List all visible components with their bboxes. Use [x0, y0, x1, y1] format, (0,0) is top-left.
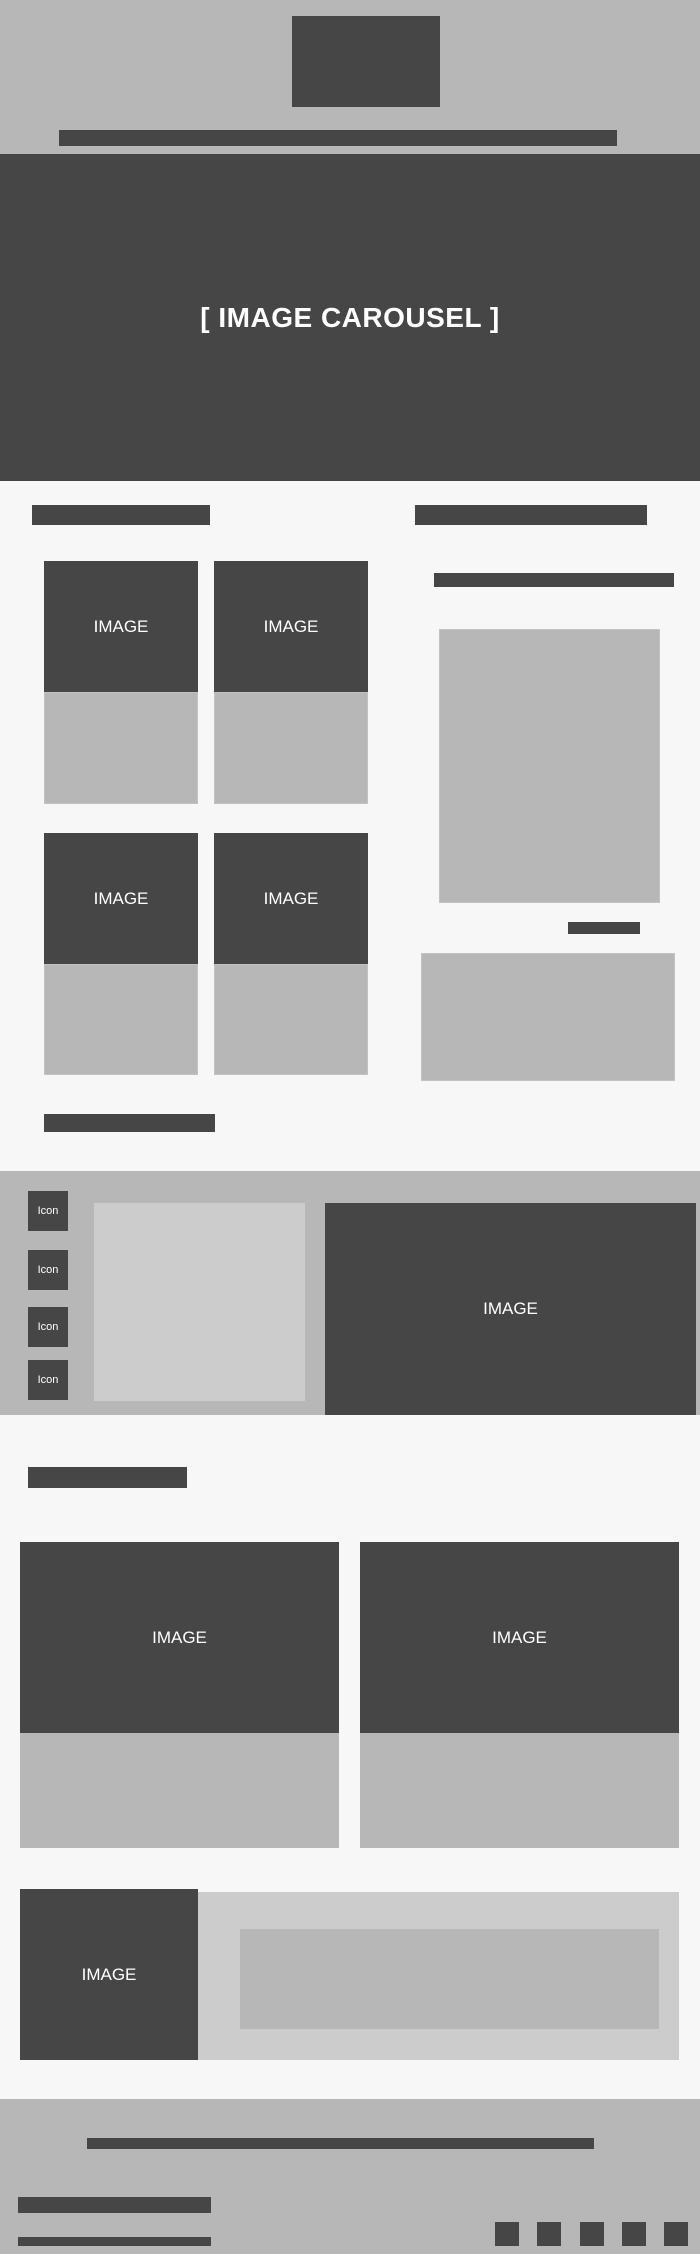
- sidebar-image-placeholder[interactable]: [439, 629, 660, 903]
- large-card-2-body[interactable]: [360, 1733, 679, 1848]
- carousel-label: [ IMAGE CAROUSEL ]: [200, 301, 500, 333]
- sidebar-heading-placeholder: [415, 505, 647, 525]
- view-more-link-placeholder[interactable]: [44, 1114, 215, 1132]
- feature-icon-4[interactable]: Icon: [28, 1360, 68, 1400]
- image-label: IMAGE: [81, 1964, 137, 1984]
- image-label: IMAGE: [263, 888, 319, 908]
- footer-navigation-bar[interactable]: [87, 2138, 594, 2149]
- image-carousel[interactable]: [ IMAGE CAROUSEL ]: [0, 154, 700, 481]
- promo-text-placeholder: [240, 1929, 659, 2029]
- sidebar-text-block-placeholder: [421, 953, 675, 1081]
- icon-label: Icon: [37, 1205, 59, 1217]
- social-icon-3[interactable]: [580, 2222, 604, 2246]
- sidebar-caption-placeholder: [568, 922, 640, 934]
- promo-image[interactable]: IMAGE: [20, 1889, 198, 2060]
- main-navigation-bar[interactable]: [59, 130, 617, 146]
- product-card-2-body[interactable]: [214, 692, 368, 804]
- feature-icon-3[interactable]: Icon: [28, 1307, 68, 1347]
- icon-label: Icon: [37, 1321, 59, 1333]
- product-card-3-image[interactable]: IMAGE: [44, 833, 198, 964]
- large-card-1-image[interactable]: IMAGE: [20, 1542, 339, 1733]
- product-card-1-image[interactable]: IMAGE: [44, 561, 198, 692]
- product-card-1-body[interactable]: [44, 692, 198, 804]
- social-icon-4[interactable]: [622, 2222, 646, 2246]
- image-label: IMAGE: [93, 616, 149, 636]
- product-card-4-image[interactable]: IMAGE: [214, 833, 368, 964]
- footer-heading-placeholder: [18, 2197, 211, 2213]
- feature-icon-2[interactable]: Icon: [28, 1250, 68, 1290]
- social-icon-2[interactable]: [537, 2222, 561, 2246]
- logo-placeholder[interactable]: [292, 16, 440, 107]
- image-label: IMAGE: [93, 888, 149, 908]
- sidebar-subheading-placeholder: [434, 573, 674, 587]
- image-label: IMAGE: [483, 1299, 538, 1318]
- icon-label: Icon: [37, 1374, 59, 1386]
- icon-label: Icon: [37, 1264, 59, 1276]
- large-card-2-image[interactable]: IMAGE: [360, 1542, 679, 1733]
- feature-content-placeholder: [94, 1203, 305, 1401]
- feature-image[interactable]: IMAGE: [325, 1203, 696, 1415]
- large-card-1-body[interactable]: [20, 1733, 339, 1848]
- second-section-heading-placeholder: [28, 1467, 187, 1488]
- footer-text-placeholder: [18, 2237, 211, 2246]
- social-icon-1[interactable]: [495, 2222, 519, 2246]
- product-card-4-body[interactable]: [214, 964, 368, 1075]
- image-label: IMAGE: [263, 616, 319, 636]
- product-card-3-body[interactable]: [44, 964, 198, 1075]
- product-card-2-image[interactable]: IMAGE: [214, 561, 368, 692]
- section-heading-placeholder: [32, 505, 210, 525]
- feature-icon-1[interactable]: Icon: [28, 1191, 68, 1231]
- page: [ IMAGE CAROUSEL ] IMAGE IMAGE IMAGE IMA…: [0, 0, 700, 2254]
- social-icon-5[interactable]: [664, 2222, 688, 2246]
- image-label: IMAGE: [492, 1627, 547, 1647]
- image-label: IMAGE: [152, 1627, 207, 1647]
